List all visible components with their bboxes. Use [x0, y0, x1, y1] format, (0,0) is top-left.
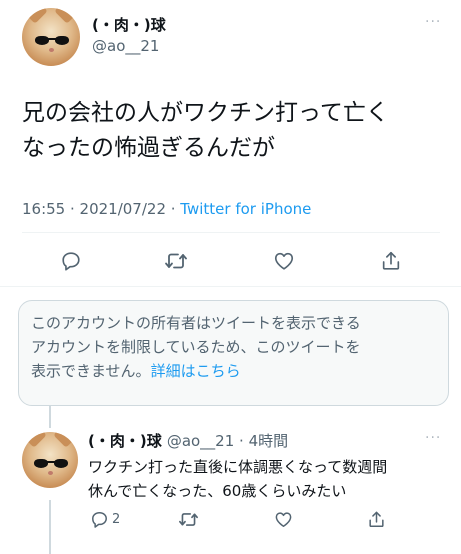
- notice-text: 表示できません。: [31, 362, 151, 380]
- notice-text-line: 表示できません。詳細はこちら: [31, 359, 436, 383]
- tweet-source[interactable]: Twitter for iPhone: [180, 200, 311, 218]
- reply-more-options-icon[interactable]: ···: [425, 430, 441, 446]
- more-options-icon[interactable]: ···: [425, 14, 441, 30]
- reply-text: ワクチン打った直後に体調悪くなって数週間 休んで亡くなった、60歳くらいみたい: [88, 455, 448, 503]
- learn-more-link[interactable]: 詳細はこちら: [151, 362, 241, 380]
- notice-text-line: このアカウントの所有者はツイートを表示できる: [31, 314, 361, 332]
- reply-count: 2: [112, 512, 121, 527]
- reply-avatar[interactable]: [22, 432, 78, 488]
- avatar[interactable]: [22, 8, 80, 66]
- reply-text-line: 休んで亡くなった、60歳くらいみたい: [88, 482, 347, 500]
- retweet-icon: [179, 513, 198, 526]
- reply-reply-button[interactable]: 2: [90, 510, 120, 529]
- reply-icon: [62, 252, 80, 271]
- reply-share-button[interactable]: [367, 509, 386, 530]
- divider: [0, 286, 461, 287]
- thread-line: [49, 406, 51, 428]
- protected-tweet-notice: このアカウントの所有者はツイートを表示できる アカウントを制限しているため、この…: [18, 300, 449, 406]
- notice-text-line: アカウントを制限しているため、このツイートを: [31, 338, 361, 356]
- tweet-text: 兄の会社の人がワクチン打って亡く なったの怖過ぎるんだが: [22, 96, 452, 166]
- reply-handle-time[interactable]: @ao__21 · 4時間: [167, 432, 288, 450]
- tweet-text-line: なったの怖過ぎるんだが: [22, 135, 275, 161]
- reply-text-line: ワクチン打った直後に体調悪くなって数週間: [88, 458, 388, 476]
- reply-header: (・肉・)球 @ao__21 · 4時間: [88, 430, 288, 451]
- thread-line: [49, 500, 51, 554]
- tweet-timestamp[interactable]: 16:55 · 2021/07/22 ·: [22, 200, 180, 218]
- share-icon: [382, 251, 400, 270]
- tweet-text-line: 兄の会社の人がワクチン打って亡く: [22, 100, 389, 126]
- retweet-button[interactable]: [164, 250, 188, 272]
- reply-like-button[interactable]: [274, 510, 293, 529]
- reply-icon: [92, 512, 107, 528]
- retweet-icon: [165, 253, 187, 269]
- reply-display-name[interactable]: (・肉・)球: [88, 432, 162, 450]
- divider: [22, 232, 440, 233]
- like-icon: [275, 512, 292, 527]
- reply-button[interactable]: [60, 250, 82, 272]
- tweet-metadata: 16:55 · 2021/07/22 · Twitter for iPhone: [22, 200, 311, 218]
- like-button[interactable]: [273, 250, 295, 272]
- author-display-name[interactable]: (・肉・)球: [92, 14, 166, 35]
- reply-retweet-button[interactable]: [178, 510, 199, 529]
- author-handle[interactable]: @ao__21: [92, 37, 159, 55]
- share-button[interactable]: [380, 249, 402, 273]
- like-icon: [274, 252, 294, 270]
- share-icon: [369, 511, 384, 527]
